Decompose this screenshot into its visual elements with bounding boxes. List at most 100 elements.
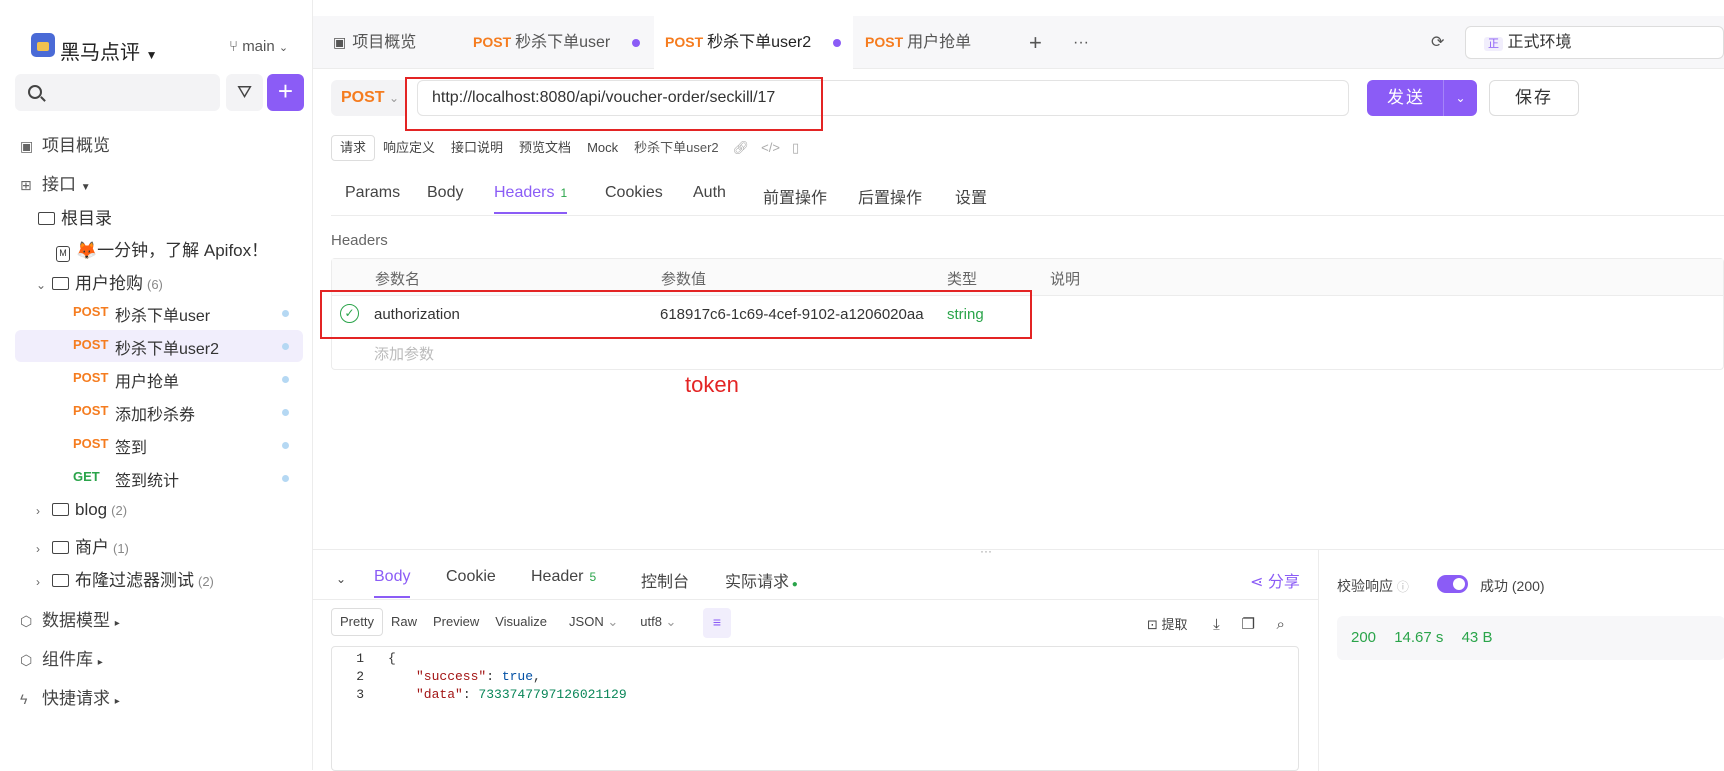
format-raw[interactable]: Raw	[383, 609, 425, 637]
tree-root-folder[interactable]: 根目录	[38, 204, 112, 229]
api-item[interactable]: POST 秒杀下单user	[15, 297, 303, 329]
tree-folder-user[interactable]: ⌄ 用户抢购 (6)	[36, 269, 163, 294]
send-button[interactable]: 发送 ⌄	[1367, 80, 1477, 116]
line-number: 3	[356, 687, 364, 702]
tab-resp-cookie[interactable]: Cookie	[446, 568, 496, 586]
wrap-toggle-button[interactable]: ≡	[703, 608, 731, 638]
api-item[interactable]: POST 用户抢单	[15, 363, 303, 395]
caret-right-icon: ▸	[114, 696, 120, 707]
format-pretty[interactable]: Pretty	[331, 608, 383, 636]
subtab-api-desc[interactable]: 接口说明	[443, 136, 511, 162]
api-item[interactable]: POST 添加秒杀券	[15, 396, 303, 428]
tree-folder-blog[interactable]: › blog (2)	[36, 500, 127, 520]
tab-actual-request[interactable]: 实际请求 ●	[725, 568, 798, 592]
add-button[interactable]: +	[267, 74, 304, 111]
link-icon[interactable]: 🔗︎	[733, 140, 750, 155]
sidebar-item-models[interactable]: ⬡ 数据模型 ▸	[20, 606, 120, 631]
tab-resp-body[interactable]: Body	[374, 568, 411, 598]
branch-selector[interactable]: ⑂ main ⌄	[229, 38, 288, 55]
tab-settings[interactable]: 设置	[955, 184, 987, 208]
chevron-down-icon[interactable]: ⌄	[1443, 80, 1477, 116]
subtab-request[interactable]: 请求	[331, 135, 376, 161]
cube-icon: ⬡	[20, 613, 33, 629]
sidebar-search-input[interactable]	[15, 74, 220, 111]
copy-icon[interactable]: ❐	[1241, 616, 1254, 633]
sidebar-item-api[interactable]: ⊞ 接口 ▼	[20, 170, 91, 195]
response-time: 14.67 s	[1394, 629, 1444, 646]
format-visualize[interactable]: Visualize	[487, 609, 555, 637]
tab-params[interactable]: Params	[345, 184, 400, 202]
response-stats: 200 14.67 s 43 B	[1337, 616, 1724, 660]
save-button[interactable]: 保存	[1489, 80, 1579, 116]
api-item[interactable]: GET 签到统计	[15, 462, 303, 494]
response-tools: ⊡ 提取 ⤓ ❐ ⌕	[1147, 614, 1285, 633]
chevron-down-icon: ⌄	[665, 614, 677, 629]
tab-post-processors[interactable]: 后置操作	[858, 184, 922, 208]
format-preview[interactable]: Preview	[425, 609, 487, 637]
doc-subtabs: 请求 响应定义 接口说明 预览文档 Mock 秒杀下单user2 🔗︎ </> ▯	[331, 135, 799, 161]
tab-headers[interactable]: Headers 1	[494, 184, 568, 214]
method-select[interactable]: POST ⌄	[331, 80, 406, 116]
caret-down-icon: ▼	[80, 182, 91, 193]
subtab-response-def[interactable]: 响应定义	[375, 136, 443, 162]
environment-selector[interactable]: 正 正式环境	[1465, 26, 1724, 59]
filter-icon: ⛛	[236, 82, 253, 102]
folder-icon	[52, 503, 69, 516]
status-dot	[282, 343, 289, 350]
project-title[interactable]: 黑马点评 ▼	[60, 36, 157, 65]
tree-folder-shop[interactable]: › 商户 (1)	[36, 533, 129, 558]
overview-icon: ▣	[333, 34, 347, 50]
tab-resp-header[interactable]: Header 5	[531, 568, 596, 586]
subtab-preview-doc[interactable]: 预览文档	[511, 136, 579, 162]
sidebar-item-quick[interactable]: ϟ 快捷请求 ▸	[20, 684, 120, 709]
refresh-button[interactable]: ⟳	[1431, 16, 1451, 69]
code-line: "data": 7333747797126021129	[416, 687, 627, 702]
tab-api-1[interactable]: POST 秒杀下单user	[463, 16, 653, 69]
download-icon[interactable]: ⤓	[1213, 616, 1220, 633]
plus-icon: +	[277, 76, 294, 106]
type-select[interactable]: JSON ⌄	[561, 609, 626, 637]
sidebar-item-overview[interactable]: ▣ 项目概览	[20, 131, 110, 156]
tab-console[interactable]: 控制台	[641, 568, 689, 592]
tab-api-3[interactable]: POST 用户抢单	[853, 16, 1013, 69]
search-icon[interactable]: ⌕	[1277, 616, 1285, 633]
tree-item-intro[interactable]: M 🦊一分钟，了解 Apifox！	[56, 236, 268, 262]
status-dot: ●	[789, 579, 798, 590]
new-tab-button[interactable]: +	[1029, 16, 1049, 69]
status-dot	[282, 475, 289, 482]
tab-cookies[interactable]: Cookies	[605, 184, 663, 202]
tab-pre-processors[interactable]: 前置操作	[763, 184, 827, 208]
api-item-selected[interactable]: POST 秒杀下单user2	[15, 330, 303, 362]
status-dot	[282, 310, 289, 317]
tab-body[interactable]: Body	[427, 184, 463, 202]
api-item[interactable]: POST 签到	[15, 429, 303, 461]
filter-button[interactable]: ⛛	[226, 74, 263, 111]
code-line: {	[388, 651, 396, 666]
wrap-icon: ≡	[712, 614, 722, 630]
chevron-down-icon: ⌄	[36, 278, 47, 292]
tab-api-2[interactable]: POST 秒杀下单user2	[654, 16, 853, 69]
status-code: 200	[1351, 629, 1377, 646]
tree-folder-bloom[interactable]: › 布隆过滤器测试 (2)	[36, 566, 214, 591]
subtab-mock[interactable]: Mock	[579, 136, 626, 162]
code-icon[interactable]: </>	[761, 140, 780, 155]
format-bar: Pretty Raw Preview Visualize JSON ⌄ utf8 ⌄	[331, 608, 684, 636]
extract-button[interactable]: ⊡ 提取	[1147, 617, 1188, 632]
panel-icon[interactable]: ▯	[792, 140, 799, 155]
status-dot	[282, 442, 289, 449]
component-icon: ⬡	[20, 652, 33, 668]
more-tabs-button[interactable]: ···	[1073, 16, 1097, 69]
response-code-editor[interactable]: 1 { 2 "success": true, 3 "data": 7333747…	[331, 646, 1299, 771]
tab-auth[interactable]: Auth	[693, 184, 726, 202]
sidebar-item-components[interactable]: ⬡ 组件库 ▸	[20, 645, 103, 670]
column-name: 参数名	[375, 271, 421, 288]
headers-section-label: Headers	[331, 232, 388, 249]
verify-result[interactable]: 成功 (200)	[1480, 576, 1545, 596]
verify-toggle[interactable]	[1437, 575, 1468, 593]
encoding-select[interactable]: utf8 ⌄	[632, 609, 684, 637]
share-icon: ⋖	[1250, 574, 1264, 591]
tab-overview[interactable]: ▣ 项目概览	[333, 16, 463, 69]
add-param-input[interactable]: 添加参数	[374, 343, 434, 364]
collapse-chevron-icon[interactable]: ⌄	[336, 572, 346, 586]
share-button[interactable]: ⋖ 分享	[1250, 568, 1300, 592]
